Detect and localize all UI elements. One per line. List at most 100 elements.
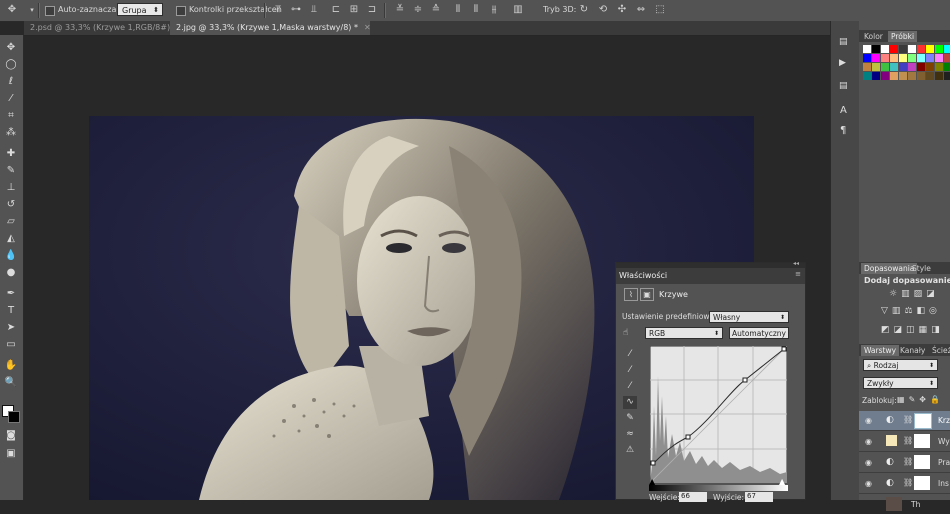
color-swatch[interactable] xyxy=(872,72,880,80)
channel-select[interactable]: RGB ⬍ xyxy=(645,327,723,339)
eye-icon[interactable]: ◉ xyxy=(865,437,874,446)
tab-color[interactable]: Kolor xyxy=(861,31,886,42)
auto-select-target-select[interactable]: Grupa ⬍ xyxy=(117,3,163,16)
tab-swatches[interactable]: Próbki xyxy=(888,31,918,42)
history-panel-icon[interactable]: ▤ xyxy=(839,37,848,47)
color-swatch[interactable] xyxy=(935,72,943,80)
color-swatch[interactable] xyxy=(899,72,907,80)
rotate-3d-icon[interactable]: ↻ xyxy=(578,4,590,16)
lock-position-icon[interactable]: ✥ xyxy=(919,395,930,404)
tab-document-jpg[interactable]: 2.jpg @ 33,3% (Krzywe 1,Maska warstwy/8)… xyxy=(170,21,371,35)
curves-graph[interactable] xyxy=(650,346,787,483)
type-tool-icon[interactable]: T xyxy=(3,304,19,318)
link-icon[interactable]: ⛓ xyxy=(903,415,913,424)
color-swatch[interactable] xyxy=(926,63,934,71)
paint-bucket-tool-icon[interactable]: ◭ xyxy=(3,232,19,246)
color-swatch[interactable] xyxy=(908,54,916,62)
panel-menu-icon[interactable]: ≡ xyxy=(795,270,801,278)
distribute-hcenter-icon[interactable]: ⦀ xyxy=(470,4,482,16)
auto-align-icon[interactable]: ▥ xyxy=(512,4,524,16)
background-color-swatch[interactable] xyxy=(8,411,20,423)
color-swatch[interactable] xyxy=(926,54,934,62)
align-horizontal-center-icon[interactable]: ⊞ xyxy=(348,4,360,16)
black-slider-icon[interactable]: ▲ xyxy=(649,477,655,486)
actions-panel-icon[interactable]: ▶ xyxy=(839,58,846,68)
align-vertical-center-icon[interactable]: ⊶ xyxy=(290,4,302,16)
distribute-vcenter-icon[interactable]: ≑ xyxy=(412,4,424,16)
curves-icon[interactable]: ▨ xyxy=(914,289,927,299)
auto-button[interactable]: Automatyczny xyxy=(729,327,789,339)
tab-channels[interactable]: Kanały xyxy=(897,345,928,356)
lasso-tool-icon[interactable]: ℓ xyxy=(3,75,19,89)
mask-icon[interactable]: ▣ xyxy=(640,288,654,301)
color-swatch[interactable] xyxy=(908,45,916,53)
levels-icon[interactable]: ▥ xyxy=(901,289,914,299)
paragraph-panel-icon[interactable]: ¶ xyxy=(840,125,846,136)
distribute-bottom-icon[interactable]: ≙ xyxy=(430,4,442,16)
color-swatch[interactable] xyxy=(917,63,925,71)
selective-color-icon[interactable]: ◨ xyxy=(931,325,944,335)
layer-mask-thumbnail[interactable] xyxy=(914,455,930,469)
color-swatch[interactable] xyxy=(944,54,950,62)
color-swatch[interactable] xyxy=(935,63,943,71)
tab-document-psd[interactable]: 2.psd @ 33,3% (Krzywe 1,RGB/8#) *✕ xyxy=(24,21,189,35)
threshold-icon[interactable]: ◫ xyxy=(906,325,919,335)
gray-point-eyedropper-icon[interactable]: ⁄ xyxy=(623,364,637,377)
color-swatch[interactable] xyxy=(881,54,889,62)
layer-row[interactable]: Th xyxy=(859,495,950,514)
scale-3d-icon[interactable]: ⬚ xyxy=(654,4,666,16)
color-swatch[interactable] xyxy=(899,63,907,71)
black-white-icon[interactable]: ◧ xyxy=(917,306,930,316)
color-swatch[interactable] xyxy=(917,72,925,80)
tab-layers[interactable]: Warstwy xyxy=(861,345,900,356)
drag-3d-icon[interactable]: ✣ xyxy=(616,4,628,16)
move-tool-icon[interactable]: ✥ xyxy=(3,41,19,55)
layer-row[interactable]: ◉ ⛓ Wy xyxy=(859,432,950,452)
hand-tool-icon[interactable]: ✋ xyxy=(3,359,19,373)
eye-icon[interactable]: ◉ xyxy=(865,458,874,467)
color-swatch[interactable] xyxy=(881,72,889,80)
transform-controls-checkbox[interactable] xyxy=(176,6,186,16)
color-swatch[interactable] xyxy=(917,45,925,53)
pencil-draw-icon[interactable]: ✎ xyxy=(623,412,637,425)
color-swatch[interactable] xyxy=(890,54,898,62)
color-swatch[interactable] xyxy=(863,54,871,62)
dodge-tool-icon[interactable]: ● xyxy=(3,266,19,280)
brightness-contrast-icon[interactable]: ☼ xyxy=(889,289,901,299)
align-bottom-icon[interactable]: ⫫ xyxy=(308,4,320,16)
color-swatch[interactable] xyxy=(926,45,934,53)
blur-tool-icon[interactable]: 💧 xyxy=(3,249,19,263)
layer-mask-thumbnail[interactable] xyxy=(914,434,930,448)
tool-preset-dropdown-icon[interactable]: ▾ xyxy=(26,4,38,16)
quick-select-tool-icon[interactable]: ⁄ xyxy=(3,92,19,106)
layer-row[interactable]: ◉ ◐ ⛓ Ins xyxy=(859,474,950,494)
shape-tool-icon[interactable]: ▭ xyxy=(3,338,19,352)
lock-transparency-icon[interactable]: ▦ xyxy=(897,395,909,404)
healing-brush-tool-icon[interactable]: ✚ xyxy=(3,147,19,161)
exposure-icon[interactable]: ◪ xyxy=(926,289,939,299)
marquee-tool-icon[interactable]: ◯ xyxy=(3,58,19,72)
color-swatch[interactable] xyxy=(872,54,880,62)
white-slider-icon[interactable]: ▲ xyxy=(779,477,785,486)
align-left-icon[interactable]: ⊏ xyxy=(330,4,342,16)
output-value-field[interactable]: 67 xyxy=(745,492,773,502)
link-icon[interactable]: ⛓ xyxy=(903,436,913,445)
brush-tool-icon[interactable]: ✎ xyxy=(3,164,19,178)
white-point-eyedropper-icon[interactable]: ⁄ xyxy=(623,380,637,393)
layer-row[interactable]: ◉ ◐ ⛓ Pra xyxy=(859,453,950,473)
color-swatch[interactable] xyxy=(890,45,898,53)
clipping-warning-icon[interactable]: ⚠ xyxy=(623,444,637,457)
color-swatch[interactable] xyxy=(881,45,889,53)
move-tool-icon[interactable]: ✥ xyxy=(6,4,18,16)
crop-tool-icon[interactable]: ⌗ xyxy=(3,109,19,123)
color-swatch[interactable] xyxy=(935,54,943,62)
color-swatch[interactable] xyxy=(890,72,898,80)
character-panel-icon[interactable]: A xyxy=(840,105,847,116)
color-swatch[interactable] xyxy=(899,54,907,62)
target-adjustment-icon[interactable]: ☝ xyxy=(623,328,628,338)
preset-select[interactable]: Własny ⬍ xyxy=(709,311,789,323)
color-swatch[interactable] xyxy=(908,72,916,80)
layer-mask-thumbnail[interactable] xyxy=(914,476,930,490)
link-icon[interactable]: ⛓ xyxy=(903,478,913,487)
color-swatch[interactable] xyxy=(917,54,925,62)
